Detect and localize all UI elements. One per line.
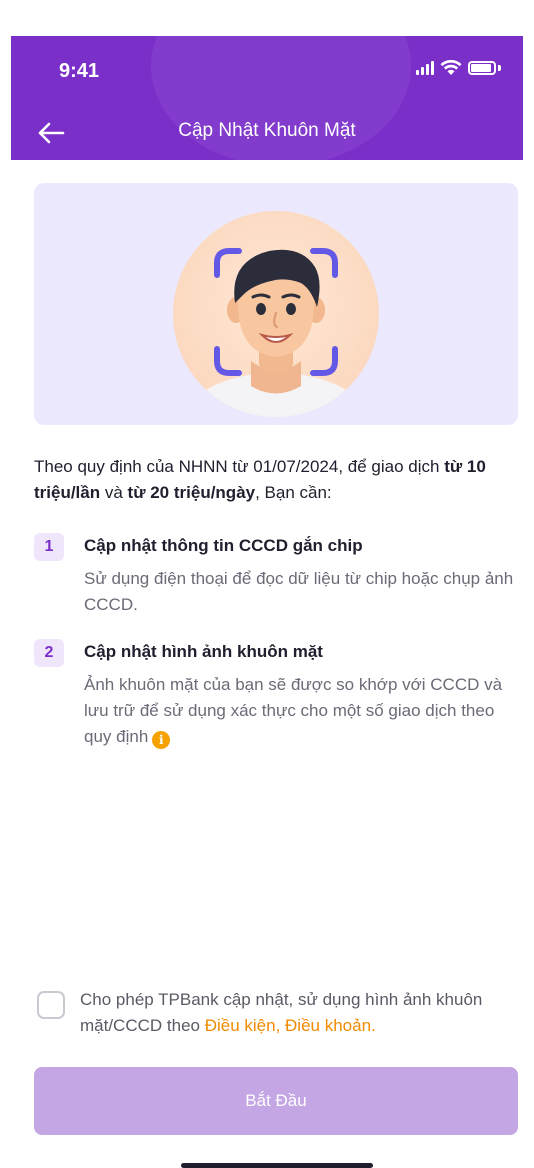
nav-bar: Cập Nhật Khuôn Mặt (11, 108, 523, 160)
intro-text-3: , Bạn cần: (255, 483, 332, 502)
consent-checkbox[interactable] (37, 991, 65, 1019)
wifi-icon (440, 60, 462, 75)
face-illustration-card (34, 183, 518, 425)
info-icon[interactable]: i (152, 731, 171, 749)
regulation-intro: Theo quy định của NHNN từ 01/07/2024, để… (34, 454, 518, 506)
step-description-text: Ảnh khuôn mặt của bạn sẽ được so khớp vớ… (84, 675, 503, 746)
step-number-badge: 1 (34, 533, 64, 561)
step-description: Ảnh khuôn mặt của bạn sẽ được so khớp vớ… (84, 672, 514, 750)
home-indicator (181, 1163, 373, 1168)
step-2: 2 Cập nhật hình ảnh khuôn mặt Ảnh khuôn … (34, 639, 518, 759)
status-icons (416, 60, 501, 76)
battery-tip (498, 65, 501, 71)
consent-text: Cho phép TPBank cập nhật, sử dụng hình ả… (80, 987, 520, 1039)
start-button[interactable]: Bắt Đầu (34, 1067, 518, 1135)
status-bar: 9:41 (11, 36, 523, 108)
terms-link[interactable]: Điều kiện, Điều khoản. (205, 1016, 376, 1035)
step-title: Cập nhật thông tin CCCD gắn chip (84, 536, 363, 555)
step-title: Cập nhật hình ảnh khuôn mặt (84, 642, 323, 661)
header: 9:41 Cập Nhật Khuôn Mặt (11, 36, 523, 160)
face-scan-frame-icon (214, 248, 338, 376)
step-description: Sử dụng điện thoại để đọc dữ liệu từ chi… (84, 569, 514, 614)
avatar-illustration (173, 211, 379, 417)
signal-icon (416, 61, 434, 75)
battery-icon (468, 61, 496, 75)
intro-text-2: và (100, 483, 128, 502)
page-title: Cập Nhật Khuôn Mặt (178, 120, 356, 141)
status-time: 9:41 (59, 60, 100, 82)
intro-limit-per-day: từ 20 triệu/ngày (127, 483, 256, 502)
step-1: 1 Cập nhật thông tin CCCD gắn chip Sử dụ… (34, 533, 518, 623)
screen: 9:41 Cập Nhật Khuôn Mặt Theo quy định củ… (11, 36, 523, 1168)
intro-text-1: Theo quy định của NHNN từ 01/07/2024, để… (34, 457, 445, 476)
step-number-badge: 2 (34, 639, 64, 667)
